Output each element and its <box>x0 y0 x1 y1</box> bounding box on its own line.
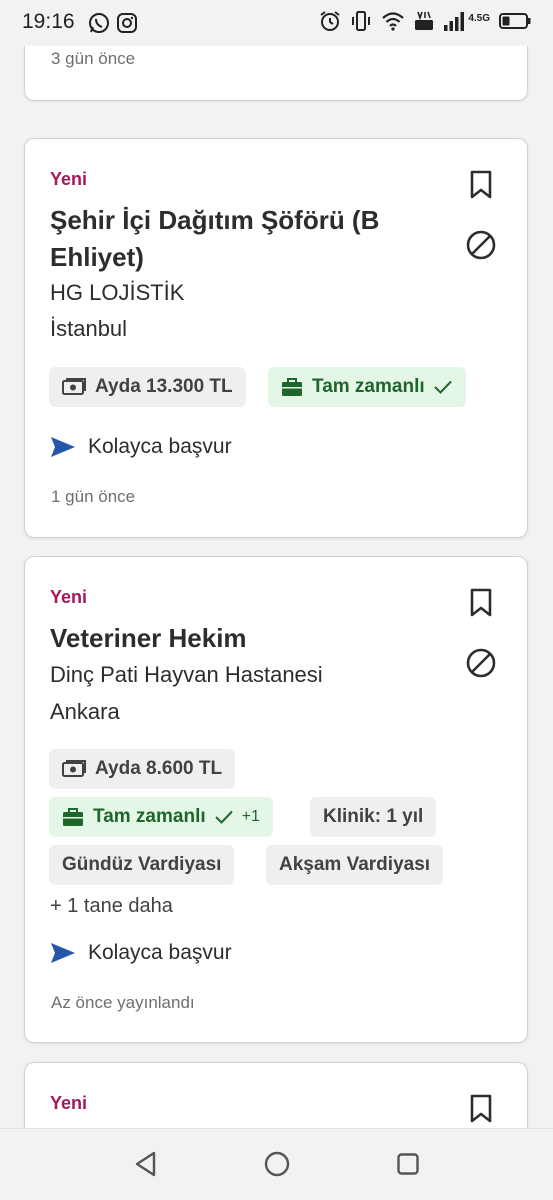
company-name: HG LOJİSTİK <box>50 280 185 305</box>
job-type-chip: Tam zamanlı <box>268 367 466 407</box>
more-tags-link[interactable]: + 1 tane daha <box>50 895 173 918</box>
wifi-icon <box>381 11 405 36</box>
bookmark-icon[interactable] <box>465 587 497 619</box>
job-type-text: Tam zamanlı <box>312 376 425 397</box>
signal-icon <box>443 11 465 36</box>
salary-chip: Ayda 13.300 TL <box>49 367 246 407</box>
bookmark-icon[interactable] <box>465 1093 497 1125</box>
posted-time: Az önce yayınlandı <box>51 993 195 1012</box>
instagram-icon <box>116 12 138 39</box>
status-bar: 19:16 4.5G <box>0 0 553 46</box>
tag-chip: Klinik: 1 yıl <box>310 797 437 837</box>
job-card[interactable]: Yeni Şehir İçi Dağıtım Şöförü (B Ehliyet… <box>24 138 528 538</box>
check-icon <box>433 379 453 395</box>
tag-chip: Gündüz Vardiyası <box>49 845 235 885</box>
new-badge: Yeni <box>50 169 88 189</box>
not-interested-icon[interactable] <box>465 647 497 679</box>
job-title[interactable]: Şehir İçi Dağıtım Şöförü (B Ehliyet) <box>50 202 440 276</box>
network-label: 4.5G <box>468 12 490 24</box>
check-icon <box>214 809 234 825</box>
battery-icon <box>499 12 531 35</box>
status-time: 19:16 <box>22 10 75 33</box>
new-badge: Yeni <box>50 1093 88 1113</box>
briefcase-icon <box>281 377 303 397</box>
briefcase-icon <box>62 807 84 827</box>
send-icon <box>50 942 76 964</box>
send-icon <box>50 436 76 458</box>
posted-time: 3 gün önce <box>51 49 136 68</box>
alarm-icon <box>319 10 341 37</box>
job-title[interactable]: Veteriner Hekim <box>50 620 247 657</box>
salary-text: Ayda 13.300 TL <box>95 376 233 397</box>
job-location: İstanbul <box>50 316 128 341</box>
job-type-chip: Tam zamanlı +1 <box>49 797 273 837</box>
job-location: Ankara <box>50 699 120 724</box>
extra-count: +1 <box>241 808 260 825</box>
easy-apply-label: Kolayca başvur <box>88 435 232 458</box>
money-icon <box>62 760 86 778</box>
tag-chip: Akşam Vardiyası <box>266 845 444 885</box>
salary-text: Ayda 8.600 TL <box>95 758 223 779</box>
posted-time: 1 gün önce <box>51 487 136 506</box>
easy-apply[interactable]: Kolayca başvur <box>50 435 232 459</box>
money-icon <box>62 378 86 396</box>
vibrate-icon <box>350 10 372 37</box>
recents-icon[interactable] <box>393 1149 423 1179</box>
easy-apply[interactable]: Kolayca başvur <box>50 941 232 965</box>
whatsapp-icon <box>88 12 110 39</box>
back-icon[interactable] <box>131 1149 161 1179</box>
home-icon[interactable] <box>262 1149 292 1179</box>
job-card[interactable]: Yeni <box>24 1062 528 1128</box>
job-feed[interactable]: 3 gün önce Yeni Şehir İçi Dağıtım Şöförü… <box>0 0 553 1128</box>
volte-icon <box>414 10 434 37</box>
easy-apply-label: Kolayca başvur <box>88 941 232 964</box>
system-nav-bar <box>0 1128 553 1200</box>
job-type-text: Tam zamanlı <box>93 806 206 827</box>
new-badge: Yeni <box>50 587 88 607</box>
bookmark-icon[interactable] <box>465 169 497 201</box>
company-name: Dinç Pati Hayvan Hastanesi <box>50 662 323 687</box>
not-interested-icon[interactable] <box>465 229 497 261</box>
salary-chip: Ayda 8.600 TL <box>49 749 236 789</box>
job-card[interactable]: Yeni Veteriner Hekim Dinç Pati Hayvan Ha… <box>24 556 528 1043</box>
